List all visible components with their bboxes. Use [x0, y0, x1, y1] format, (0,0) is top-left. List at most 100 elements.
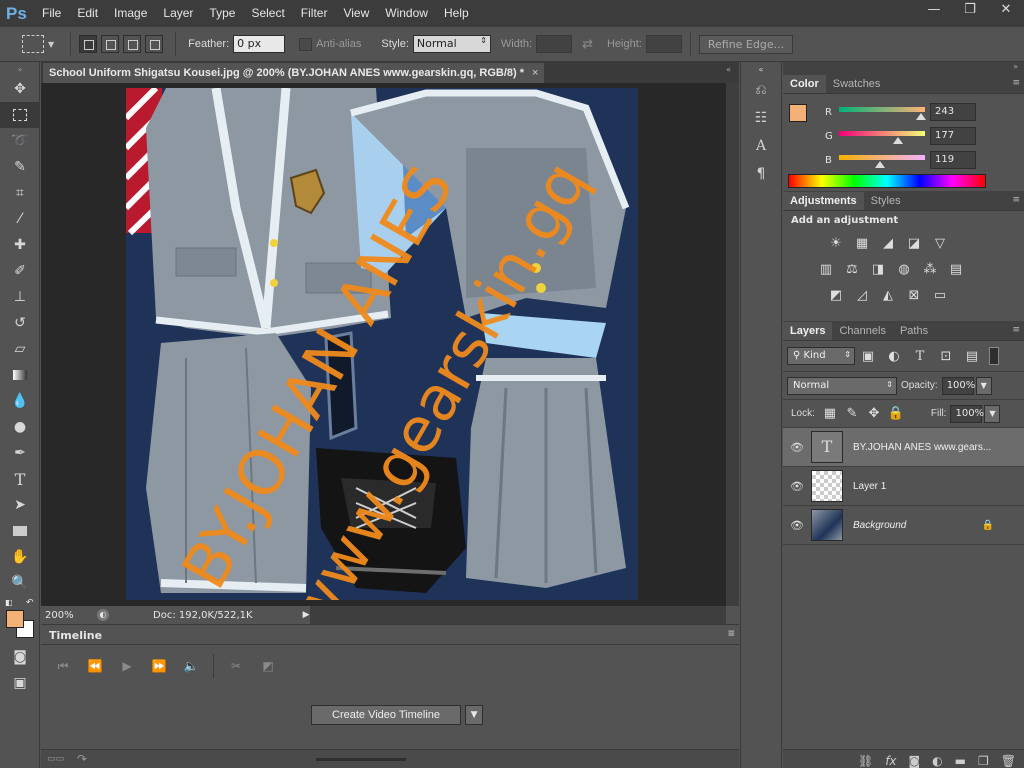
quick-selection-icon[interactable]: ✎: [0, 154, 40, 180]
tab-layers[interactable]: Layers: [783, 322, 833, 340]
antialias-checkbox[interactable]: [299, 37, 313, 51]
zoom-level[interactable]: 200%: [45, 610, 89, 621]
marquee-tool-preset-icon[interactable]: [22, 35, 44, 53]
status-arrow-icon[interactable]: ▶: [303, 610, 310, 620]
audio-icon[interactable]: 🔈: [175, 659, 207, 673]
new-layer-icon[interactable]: ❐: [978, 754, 989, 768]
previous-frame-icon[interactable]: ⏪: [79, 659, 111, 673]
color-lookup-icon[interactable]: ▤: [944, 257, 968, 281]
horizontal-scrollbar[interactable]: [310, 606, 726, 624]
zoom-slider[interactable]: [316, 758, 406, 761]
link-layers-icon[interactable]: ⛓: [858, 754, 873, 768]
dodge-tool-icon[interactable]: ●: [0, 414, 40, 440]
foreground-color-swatch[interactable]: [6, 610, 24, 628]
clone-stamp-icon[interactable]: ⊥: [0, 284, 40, 310]
add-to-selection-icon[interactable]: [101, 35, 120, 53]
move-tool-icon[interactable]: ✥: [0, 76, 40, 102]
gradient-map-icon[interactable]: ▭: [928, 283, 952, 307]
intersect-selection-icon[interactable]: [145, 35, 164, 53]
transition-icon[interactable]: ◩: [252, 659, 284, 673]
blend-mode-select[interactable]: Normal ⇕: [787, 376, 897, 395]
brightness-contrast-icon[interactable]: ☀: [824, 231, 848, 255]
new-adjustment-icon[interactable]: ◐: [932, 754, 942, 768]
lock-transparent-icon[interactable]: ▦: [820, 402, 840, 426]
restore-button[interactable]: ❐: [952, 0, 988, 20]
layer-row-background[interactable]: 👁 Background 🔒: [783, 506, 1024, 545]
add-mask-icon[interactable]: ◙: [909, 754, 921, 768]
green-value[interactable]: 177: [930, 127, 976, 145]
filter-shape-icon[interactable]: ⊡: [934, 344, 958, 368]
first-frame-icon[interactable]: ⏮: [47, 659, 79, 674]
menu-select[interactable]: Select: [243, 0, 292, 27]
filter-adjustment-icon[interactable]: ◐: [882, 344, 906, 368]
menu-help[interactable]: Help: [436, 0, 477, 27]
menu-image[interactable]: Image: [106, 0, 155, 27]
delete-layer-icon[interactable]: 🗑: [1001, 754, 1016, 768]
gradient-tool-icon[interactable]: [0, 362, 40, 388]
tab-paths[interactable]: Paths: [893, 322, 935, 340]
kind-filter-select[interactable]: ⚲ Kind ⇕: [787, 347, 855, 365]
preset-dropdown-icon[interactable]: ▼: [48, 40, 54, 49]
collapse-panels-icon[interactable]: »: [1013, 62, 1018, 71]
default-colors-icon[interactable]: ◧: [5, 598, 13, 607]
new-group-icon[interactable]: ▬: [955, 754, 966, 768]
red-value[interactable]: 243: [930, 103, 976, 121]
fill-dropdown-icon[interactable]: ▼: [984, 404, 1001, 423]
timeline-type-dropdown-icon[interactable]: ▼: [465, 705, 484, 725]
path-selection-icon[interactable]: ➤: [0, 492, 40, 518]
tab-color[interactable]: Color: [783, 75, 826, 93]
screen-mode-icon[interactable]: ▣: [0, 670, 40, 696]
rectangle-tool-icon[interactable]: [0, 518, 40, 544]
history-brush-icon[interactable]: ↺: [0, 310, 40, 336]
black-white-icon[interactable]: ◨: [866, 257, 890, 281]
render-icon[interactable]: ↷: [77, 752, 87, 766]
crop-tool-icon[interactable]: ⌗: [0, 180, 40, 206]
vertical-scrollbar[interactable]: [726, 83, 739, 606]
rectangular-marquee-icon[interactable]: [0, 102, 40, 128]
levels-icon[interactable]: ▦: [850, 231, 874, 255]
menu-type[interactable]: Type: [201, 0, 243, 27]
width-input[interactable]: [536, 35, 573, 53]
quick-mask-icon[interactable]: ◙: [0, 644, 40, 670]
swap-colors-icon[interactable]: ↶: [26, 598, 34, 608]
next-frame-icon[interactable]: ⏩: [143, 659, 175, 673]
lock-position-icon[interactable]: ✥: [864, 402, 884, 426]
timeline-tab[interactable]: Timeline ≡: [41, 625, 739, 645]
eraser-tool-icon[interactable]: ▱: [0, 336, 40, 362]
panel-menu-icon[interactable]: ≡: [1012, 195, 1020, 205]
zoom-tool-icon[interactable]: 🔍: [0, 570, 40, 596]
fill-value[interactable]: 100%: [950, 404, 984, 423]
vibrance-icon[interactable]: ▽: [928, 231, 952, 255]
layer-name[interactable]: BY.JOHAN ANES www.gears...: [853, 442, 991, 453]
panel-menu-icon[interactable]: ≡: [1012, 325, 1020, 335]
filter-smart-object-icon[interactable]: ▤: [960, 344, 984, 368]
pen-tool-icon[interactable]: ✒: [0, 440, 40, 466]
tab-adjustments[interactable]: Adjustments: [783, 192, 864, 210]
hue-saturation-icon[interactable]: ▥: [814, 257, 838, 281]
blue-slider[interactable]: [839, 155, 925, 160]
tab-channels[interactable]: Channels: [832, 322, 892, 340]
lock-all-icon[interactable]: 🔒: [886, 402, 906, 426]
canvas-area[interactable]: BY.JOHAN ANES www.gearskin.gq: [41, 83, 726, 606]
frame-mode-icon[interactable]: ▭▭: [47, 754, 64, 764]
posterize-icon[interactable]: ◿: [850, 283, 874, 307]
document-image[interactable]: BY.JOHAN ANES www.gearskin.gq: [126, 88, 638, 600]
create-video-timeline-button[interactable]: Create Video Timeline: [311, 705, 462, 725]
threshold-icon[interactable]: ◭: [876, 283, 900, 307]
new-selection-icon[interactable]: [79, 35, 98, 53]
panel-menu-icon[interactable]: ≡: [727, 629, 735, 639]
style-select[interactable]: Normal ⇕: [412, 35, 491, 53]
character-panel-icon[interactable]: A: [741, 132, 781, 160]
visibility-eye-icon[interactable]: 👁: [783, 519, 811, 532]
green-slider[interactable]: [839, 131, 925, 136]
panel-menu-icon[interactable]: ≡: [1012, 78, 1020, 88]
photo-filter-icon[interactable]: ◍: [892, 257, 916, 281]
hand-tool-icon[interactable]: ✋: [0, 544, 40, 570]
color-spectrum-bar[interactable]: [788, 174, 986, 188]
split-icon[interactable]: ✂: [220, 659, 252, 673]
collapse-arrows-icon[interactable]: «: [726, 65, 731, 74]
close-document-icon[interactable]: ×: [532, 67, 538, 79]
healing-brush-icon[interactable]: ✚: [0, 232, 40, 258]
filter-pixel-icon[interactable]: ▣: [856, 344, 880, 368]
history-panel-icon[interactable]: ⎌: [741, 76, 781, 104]
